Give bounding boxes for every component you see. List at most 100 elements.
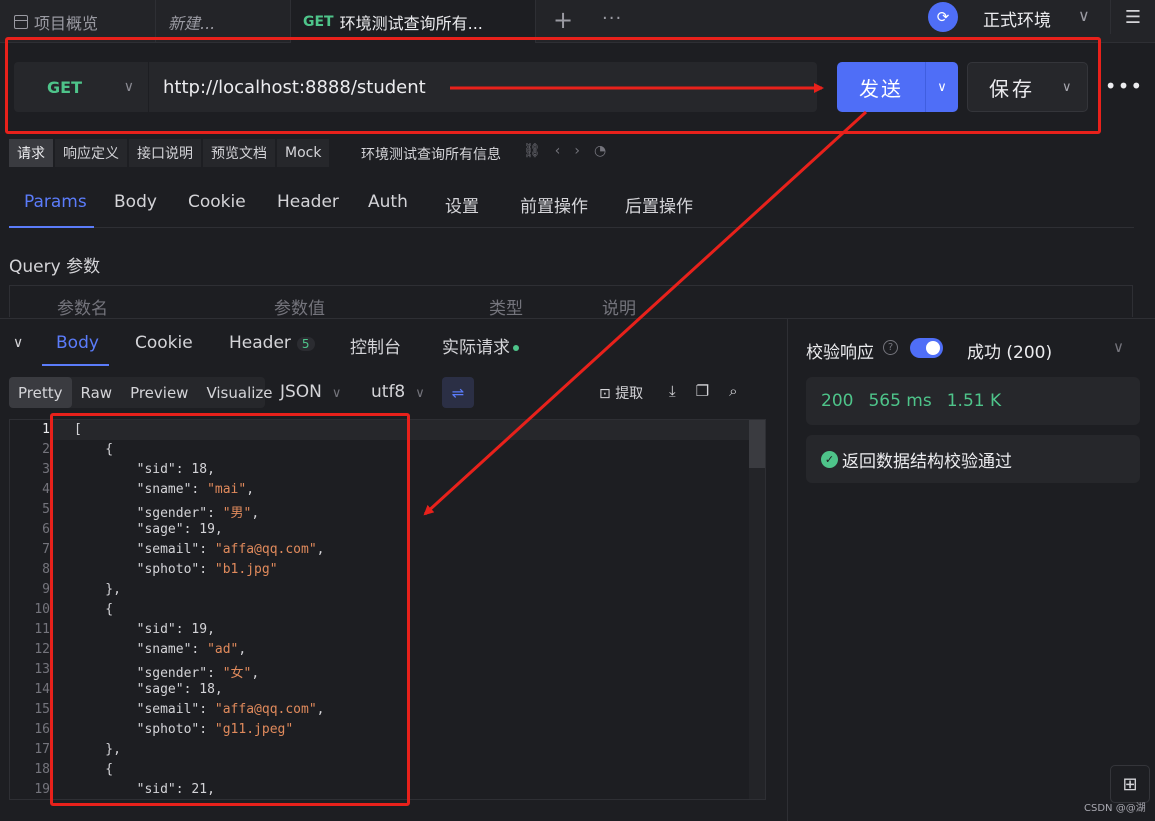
column-header: 参数名: [57, 299, 108, 319]
api-title[interactable]: 环境测试查询所有信息: [361, 144, 501, 164]
header-count-badge: 5: [296, 337, 315, 351]
active-tab-indicator: [42, 364, 109, 366]
validation-result: ✓ 返回数据结构校验通过: [806, 435, 1140, 483]
line-number: 10: [34, 602, 50, 617]
line-number: 17: [34, 742, 50, 757]
response-tab-header[interactable]: Header 5: [229, 333, 315, 353]
watermark: CSDN @@湖: [1084, 803, 1146, 814]
line-number: 19: [34, 782, 50, 797]
query-params-table: 参数名 参数值 类型 说明: [9, 285, 1133, 319]
copy-icon[interactable]: ❐: [696, 382, 729, 400]
layout-toggle-icon[interactable]: ⊞: [1110, 765, 1150, 803]
line-number: 7: [42, 542, 50, 557]
tab-params[interactable]: Params: [24, 192, 87, 212]
column-header: 类型: [489, 299, 523, 319]
response-tab-console[interactable]: 控制台: [350, 333, 401, 358]
line-number: 11: [34, 622, 50, 637]
line-number: 12: [34, 642, 50, 657]
encoding-label: utf8: [371, 382, 406, 402]
response-tools: ⤓❐⌕: [669, 382, 758, 400]
more-tabs-button[interactable]: ···: [602, 8, 622, 29]
word-wrap-icon[interactable]: ⇌: [442, 377, 474, 408]
response-tab-actual-request[interactable]: 实际请求: [442, 333, 519, 358]
line-number: 18: [34, 762, 50, 777]
link-icon[interactable]: ⛓: [523, 143, 555, 159]
line-number: 13: [34, 662, 50, 677]
line-number: 4: [42, 482, 50, 497]
chevron-down-icon: ∨: [415, 386, 425, 401]
view-raw[interactable]: Raw: [72, 377, 122, 408]
response-tab-body[interactable]: Body: [56, 333, 99, 353]
view-mode-group: Pretty Raw Preview Visualize: [9, 377, 273, 408]
scrollbar-thumb[interactable]: [749, 420, 765, 468]
extract-icon: ⊡: [599, 386, 616, 402]
doc-tab-api-desc[interactable]: 接口说明: [129, 139, 201, 167]
doc-tab-preview[interactable]: 预览文档: [203, 139, 275, 167]
doc-action-icons: ⛓‹›◔: [523, 143, 620, 159]
line-number: 3: [42, 462, 50, 477]
response-tab-cookie[interactable]: Cookie: [135, 333, 193, 353]
validate-toggle[interactable]: [910, 338, 943, 358]
sync-icon[interactable]: ⟳: [928, 2, 958, 32]
status-dot: [513, 345, 519, 351]
download-icon[interactable]: ⤓: [669, 382, 696, 400]
extract-label: 提取: [615, 386, 644, 402]
doc-tab-mock[interactable]: Mock: [277, 139, 330, 167]
view-pretty[interactable]: Pretty: [9, 377, 72, 408]
tab-body[interactable]: Body: [114, 192, 157, 212]
line-number: 15: [34, 702, 50, 717]
doc-tabs: 请求 响应定义 接口说明 预览文档 Mock: [9, 139, 331, 167]
doc-tab-request[interactable]: 请求: [9, 139, 53, 167]
collapse-icon[interactable]: ∨: [13, 335, 23, 351]
column-header: 说明: [602, 299, 636, 319]
tab-cookie[interactable]: Cookie: [188, 192, 246, 212]
validation-result-text: 返回数据结构校验通过: [842, 451, 1012, 472]
format-select[interactable]: JSON ∨: [280, 382, 341, 402]
annotation-box-json: [50, 413, 410, 806]
doc-tab-response-def[interactable]: 响应定义: [55, 139, 127, 167]
annotation-box-url: [5, 37, 1101, 134]
validate-status-select[interactable]: 成功 (200): [967, 338, 1052, 363]
line-number: 5: [42, 502, 50, 517]
line-number: 14: [34, 682, 50, 697]
tab-header[interactable]: Header: [277, 192, 339, 212]
line-number: 8: [42, 562, 50, 577]
response-time: 565 ms: [868, 391, 932, 411]
request-tabs: Params Body Cookie Header Auth 设置 前置操作 后…: [9, 180, 1134, 228]
validate-response-label: 校验响应: [806, 343, 874, 363]
tab-active-title: 环境测试查询所有...: [339, 13, 483, 33]
add-tab-button[interactable]: +: [553, 6, 573, 34]
share-icon[interactable]: ◔: [594, 143, 620, 159]
tab-overview-label: 项目概览: [34, 13, 99, 33]
line-number-gutter: 1 2 3 4 5 6 7 8 9 10 11 12 13 14 15 16 17 18 19: [10, 420, 50, 799]
chevron-down-icon[interactable]: ∨: [1078, 6, 1090, 25]
tab-post-actions[interactable]: 后置操作: [625, 192, 693, 217]
active-tab-indicator: [9, 226, 94, 228]
layout-icon: [14, 14, 28, 29]
scrollbar-track[interactable]: [749, 420, 765, 799]
tab-settings[interactable]: 设置: [445, 192, 479, 217]
environment-select[interactable]: 正式环境: [983, 6, 1051, 31]
response-stats: 200 565 ms 1.51 K: [806, 377, 1140, 425]
tab-pre-actions[interactable]: 前置操作: [520, 192, 588, 217]
divider[interactable]: [787, 318, 788, 821]
menu-icon[interactable]: ☰: [1110, 0, 1155, 34]
chevron-down-icon[interactable]: ∨: [1113, 338, 1124, 356]
view-preview[interactable]: Preview: [121, 377, 197, 408]
help-icon[interactable]: ?: [883, 340, 898, 355]
column-header: 参数值: [274, 299, 325, 319]
encoding-select[interactable]: utf8 ∨: [371, 382, 425, 402]
query-params-title: Query 参数: [9, 257, 101, 277]
code-icon[interactable]: ‹›: [555, 143, 594, 159]
search-icon[interactable]: ⌕: [729, 382, 757, 400]
response-size: 1.51 K: [946, 391, 1002, 411]
tab-auth[interactable]: Auth: [368, 192, 408, 212]
extract-button[interactable]: ⊡ 提取: [599, 383, 643, 403]
divider: [0, 318, 1155, 319]
chevron-down-icon: ∨: [331, 386, 342, 401]
tab-method-label: GET: [303, 13, 334, 30]
view-visualize[interactable]: Visualize: [197, 377, 281, 408]
line-number: 6: [42, 522, 50, 537]
more-options-button[interactable]: •••: [1104, 66, 1144, 106]
tab-new-label: 新建...: [168, 13, 216, 33]
